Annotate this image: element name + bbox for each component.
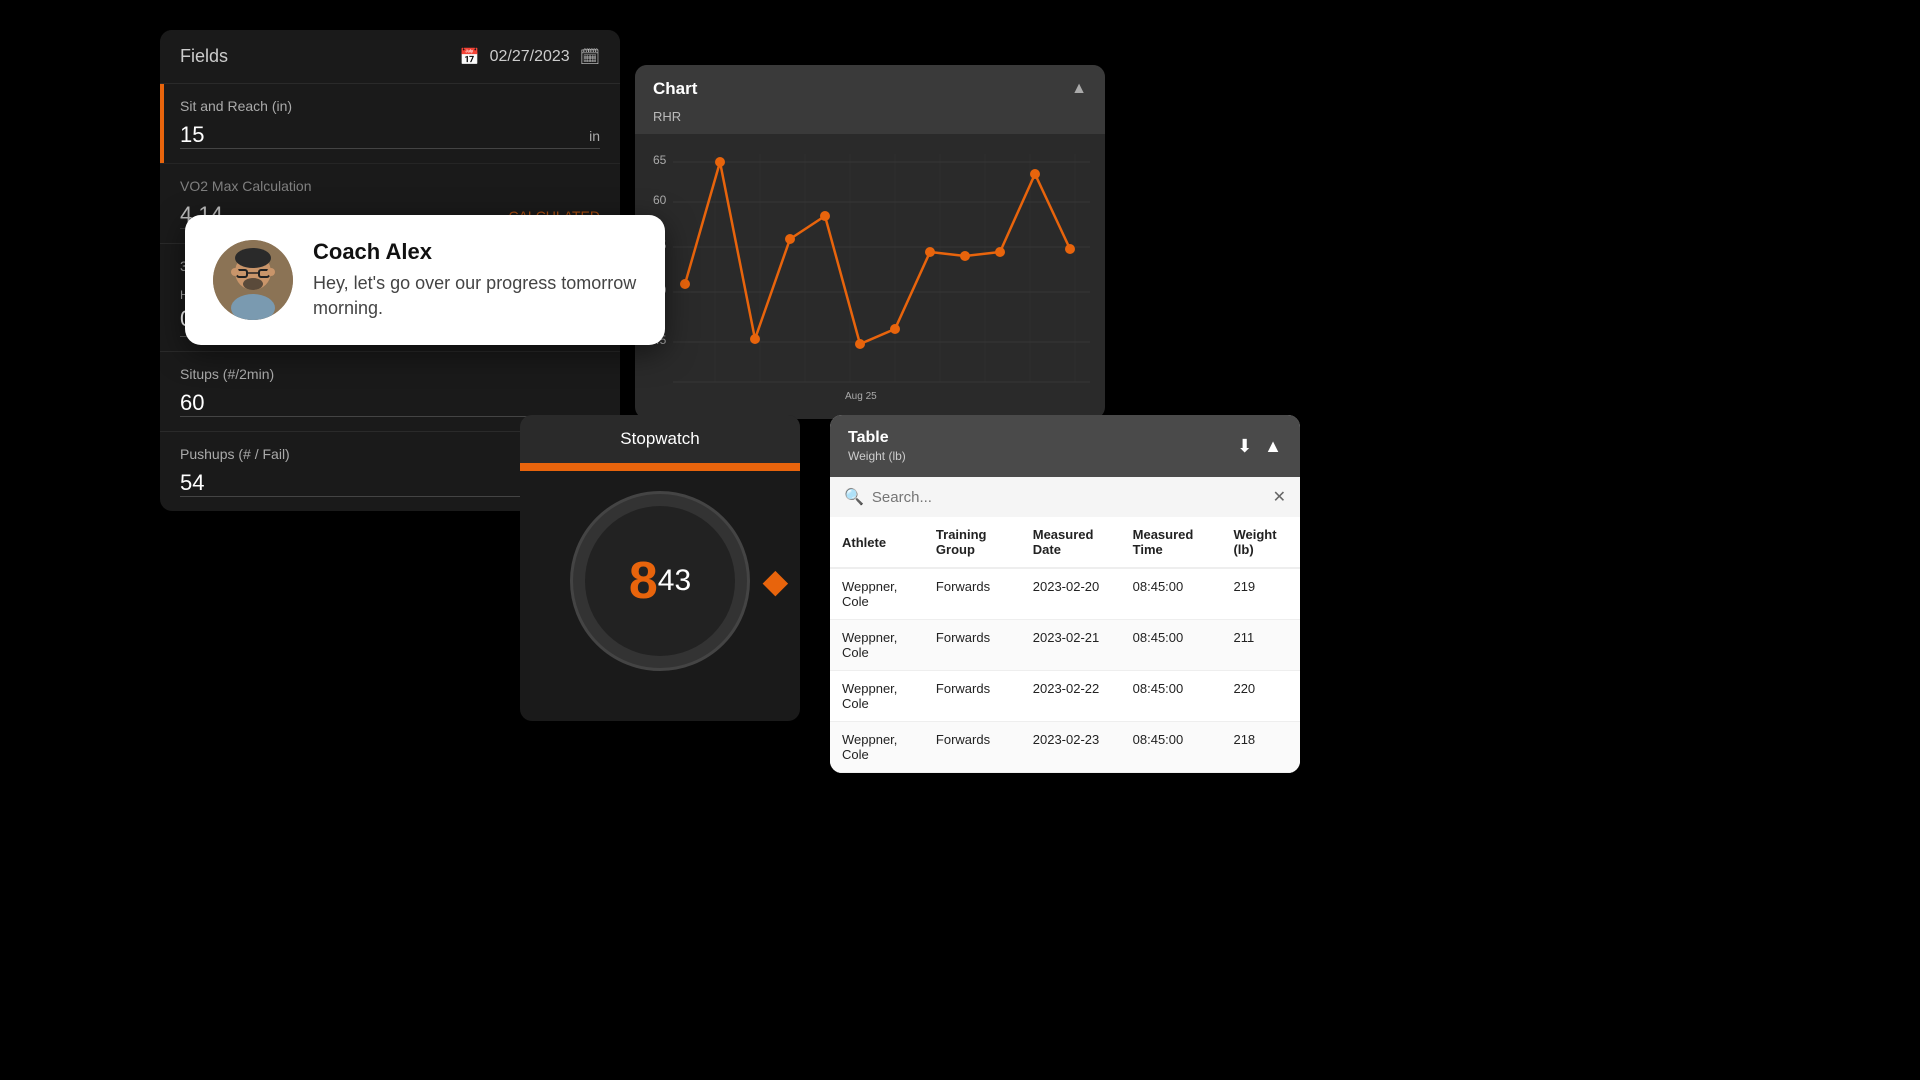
- stopwatch-small: 43: [658, 564, 691, 598]
- fields-date: 02/27/2023: [490, 48, 570, 66]
- table-cell: Weppner, Cole: [830, 568, 924, 620]
- circle-outer: 8 43: [570, 491, 750, 671]
- table-cell: 2023-02-23: [1021, 722, 1121, 773]
- circle-inner: 8 43: [585, 506, 735, 656]
- col-training-group: Training Group: [924, 517, 1021, 568]
- chart-panel: Chart ▲ RHR 65 60 55 50 45: [635, 65, 1105, 419]
- table-cell: 08:45:00: [1121, 671, 1222, 722]
- table-cell: 218: [1221, 722, 1300, 773]
- stopwatch-title: Stopwatch: [620, 429, 699, 448]
- situps-label: Situps (#/2min): [180, 366, 600, 382]
- stopwatch-header: Stopwatch: [520, 415, 800, 463]
- col-athlete: Athlete: [830, 517, 924, 568]
- download-icon[interactable]: ⬇: [1237, 436, 1252, 457]
- svg-text:Aug 25: Aug 25: [845, 391, 877, 402]
- coach-message: Hey, let's go over our progress tomorrow…: [313, 271, 637, 321]
- table-body: Weppner, ColeForwards2023-02-2008:45:002…: [830, 568, 1300, 773]
- table-row: Weppner, ColeForwards2023-02-2208:45:002…: [830, 671, 1300, 722]
- table-cell: 2023-02-20: [1021, 568, 1121, 620]
- stopwatch-big: 8: [629, 555, 658, 607]
- table-cell: Forwards: [924, 671, 1021, 722]
- table-cell: 08:45:00: [1121, 620, 1222, 671]
- table-cell: 08:45:00: [1121, 568, 1222, 620]
- table-search-input[interactable]: [872, 489, 1265, 506]
- table-cell: 211: [1221, 620, 1300, 671]
- table-cell: Weppner, Cole: [830, 620, 924, 671]
- vo2-label: VO2 Max Calculation: [180, 178, 600, 194]
- search-clear-icon[interactable]: ✕: [1273, 487, 1286, 507]
- fields-title: Fields: [180, 46, 228, 67]
- chart-title: Chart: [653, 79, 697, 99]
- table-cell: Weppner, Cole: [830, 671, 924, 722]
- table-panel: Table Weight (lb) ⬇ ▲ 🔍 ✕ Athlete Traini…: [830, 415, 1300, 773]
- diamond-indicator: [763, 571, 788, 596]
- table-cell: Forwards: [924, 620, 1021, 671]
- chart-subtitle: RHR: [635, 105, 1105, 134]
- table-icons: ⬇ ▲: [1237, 436, 1282, 457]
- svg-text:60: 60: [653, 193, 667, 207]
- table-cell: 08:45:00: [1121, 722, 1222, 773]
- svg-text:65: 65: [653, 153, 667, 167]
- coach-text-area: Coach Alex Hey, let's go over our progre…: [313, 239, 637, 321]
- chart-svg: 65 60 55 50 45: [645, 144, 1095, 404]
- table-cell: 2023-02-22: [1021, 671, 1121, 722]
- table-title: Table: [848, 429, 906, 447]
- stopwatch-widget: Stopwatch 8 43: [520, 415, 800, 721]
- chevron-up-icon-table[interactable]: ▲: [1264, 436, 1282, 457]
- fields-header: Fields 📅 02/27/2023 🗓: [160, 30, 620, 83]
- table-search-row: 🔍 ✕: [830, 477, 1300, 517]
- table-cell: Forwards: [924, 568, 1021, 620]
- coach-notification: Coach Alex Hey, let's go over our progre…: [185, 215, 665, 345]
- calendar-icon: 📅: [460, 47, 480, 67]
- sit-reach-unit: in: [589, 128, 600, 144]
- data-table: Athlete Training Group Measured Date Mea…: [830, 517, 1300, 773]
- stopwatch-progress-bar: [520, 463, 800, 471]
- chart-header: Chart ▲: [635, 65, 1105, 105]
- table-header: Table Weight (lb) ⬇ ▲: [830, 415, 1300, 477]
- table-cell: Weppner, Cole: [830, 722, 924, 773]
- table-row: Weppner, ColeForwards2023-02-2108:45:002…: [830, 620, 1300, 671]
- sit-reach-value: 15: [180, 122, 204, 147]
- sit-reach-label: Sit and Reach (in): [180, 98, 600, 114]
- table-header-row: Athlete Training Group Measured Date Mea…: [830, 517, 1300, 568]
- coach-name: Coach Alex: [313, 239, 637, 265]
- chart-area: 65 60 55 50 45: [635, 134, 1105, 419]
- table-subtitle: Weight (lb): [848, 449, 906, 463]
- table-cell: Forwards: [924, 722, 1021, 773]
- chevron-up-icon[interactable]: ▲: [1071, 80, 1087, 98]
- col-weight: Weight (lb): [1221, 517, 1300, 568]
- table-cell: 220: [1221, 671, 1300, 722]
- pushups-value: 54: [180, 470, 204, 495]
- situps-value: 60: [180, 390, 204, 415]
- col-measured-date: Measured Date: [1021, 517, 1121, 568]
- search-icon: 🔍: [844, 487, 864, 507]
- sit-reach-section: Sit and Reach (in) 15 in: [160, 83, 620, 163]
- calendar-icon-2: 🗓: [580, 47, 600, 67]
- table-cell: 219: [1221, 568, 1300, 620]
- table-row: Weppner, ColeForwards2023-02-2008:45:002…: [830, 568, 1300, 620]
- table-cell: 2023-02-21: [1021, 620, 1121, 671]
- fields-date-area: 📅 02/27/2023 🗓: [460, 47, 600, 67]
- coach-avatar: [213, 240, 293, 320]
- table-row: Weppner, ColeForwards2023-02-2308:45:002…: [830, 722, 1300, 773]
- stopwatch-circle-area: 8 43: [520, 471, 800, 691]
- col-measured-time: Measured Time: [1121, 517, 1222, 568]
